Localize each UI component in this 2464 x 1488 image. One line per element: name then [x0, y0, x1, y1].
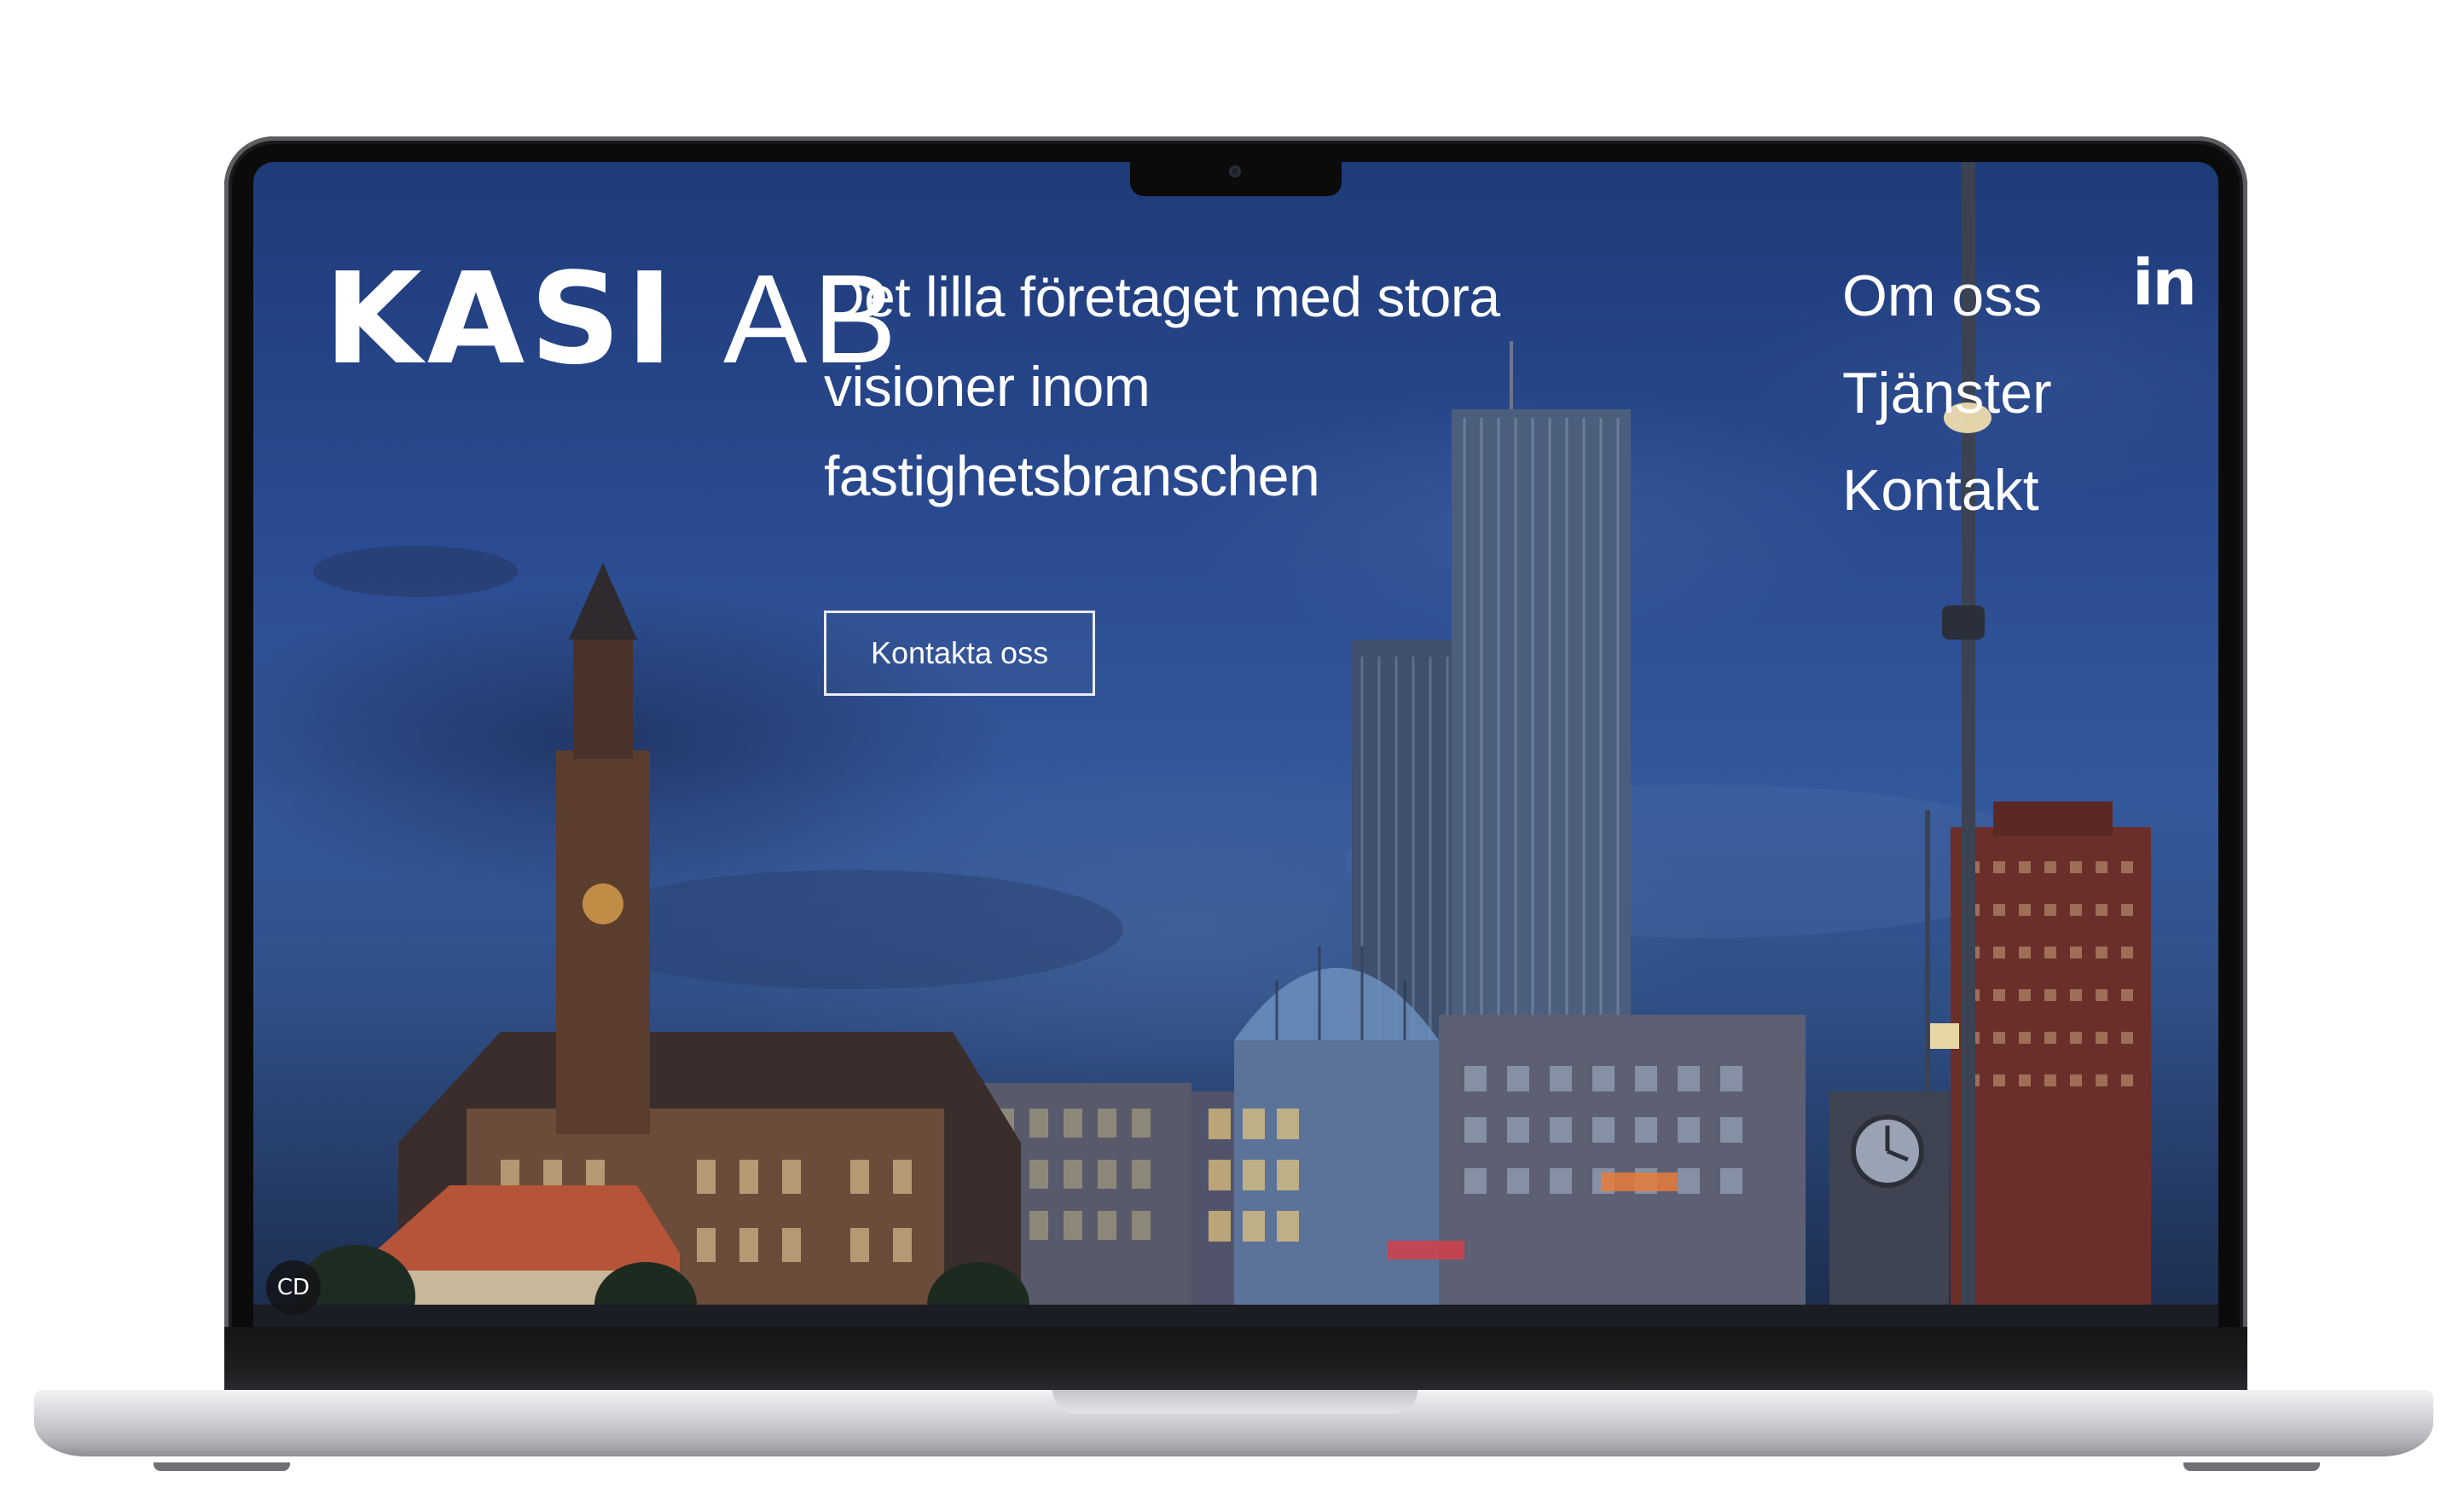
hero-tagline: Det lilla företaget med stora visioner i…	[824, 265, 1500, 507]
cc-badge-icon[interactable]: CD	[266, 1260, 321, 1315]
screen-bottom-bezel	[224, 1327, 2247, 1398]
nav-item-tjanster[interactable]: Tjänster	[1842, 344, 2052, 442]
laptop-foot-left	[154, 1462, 290, 1471]
nav-item-kontakt[interactable]: Kontakt	[1842, 442, 2052, 539]
contact-us-button[interactable]: Kontakta oss	[824, 611, 1095, 696]
camera-icon	[1229, 165, 1241, 177]
nav-item-om-oss[interactable]: Om oss	[1842, 247, 2052, 344]
laptop-opening-notch	[1052, 1390, 1418, 1414]
laptop-foot-right	[2183, 1462, 2320, 1471]
site-logo[interactable]: KASI AB	[324, 256, 902, 383]
main-nav: Om oss Tjänster Kontakt	[1842, 247, 2052, 539]
website-screen: KASI AB Det lilla företaget med stora vi…	[253, 162, 2218, 1327]
linkedin-icon[interactable]: in	[2132, 249, 2197, 317]
logo-text-bold: KASI	[324, 246, 678, 392]
